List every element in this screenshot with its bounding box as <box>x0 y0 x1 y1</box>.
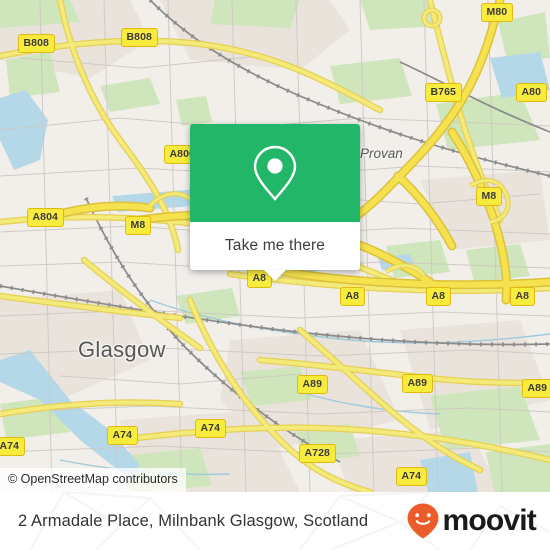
footer-bar: 2 Armadale Place, Milnbank Glasgow, Scot… <box>0 492 550 550</box>
moovit-map-screenshot: Glasgow Provan B808 B808 M80 B765 A80 A806 M8 A8… <box>0 0 550 550</box>
road-shield: A89 <box>522 379 550 398</box>
map-pin-icon <box>253 145 297 201</box>
popup-tail-pointer <box>264 270 286 281</box>
road-shield: B808 <box>18 34 55 53</box>
road-shield: A8 <box>510 287 535 306</box>
road-shield: A89 <box>297 375 328 394</box>
place-label-glasgow: Glasgow <box>78 337 166 362</box>
take-me-there-button[interactable]: Take me there <box>225 237 325 255</box>
popup-footer: Take me there <box>190 222 360 281</box>
road-shield: A89 <box>402 374 433 393</box>
road-shield: M8 <box>125 216 151 235</box>
road-shield: B765 <box>425 83 462 102</box>
location-address-label: 2 Armadale Place, Milnbank Glasgow, Scot… <box>18 511 369 530</box>
destination-popup-card[interactable]: Take me there <box>190 124 360 281</box>
map-canvas[interactable]: Glasgow Provan B808 B808 M80 B765 A80 A806 M8 A8… <box>0 0 550 492</box>
road-shield: A74 <box>107 426 138 445</box>
moovit-brand-logo[interactable]: moovit <box>406 502 537 540</box>
moovit-smiley-pin-icon <box>407 503 439 539</box>
popup-header <box>190 124 360 222</box>
road-shield: A8 <box>340 287 365 306</box>
moovit-wordmark: moovit <box>442 504 536 537</box>
road-shield: B808 <box>121 28 158 47</box>
road-shield: A74 <box>195 419 226 438</box>
road-shield: M80 <box>481 3 513 22</box>
map-attribution[interactable]: © OpenStreetMap contributors <box>0 468 186 492</box>
place-label-provan: Provan <box>360 146 403 161</box>
road-shield: A74 <box>396 467 427 486</box>
road-shield: A80 <box>516 83 547 102</box>
road-shield: A728 <box>299 444 336 463</box>
road-shield: A804 <box>27 208 64 227</box>
road-shield: M8 <box>476 187 502 206</box>
road-shield: A8 <box>426 287 451 306</box>
road-shield: A74 <box>0 437 25 456</box>
